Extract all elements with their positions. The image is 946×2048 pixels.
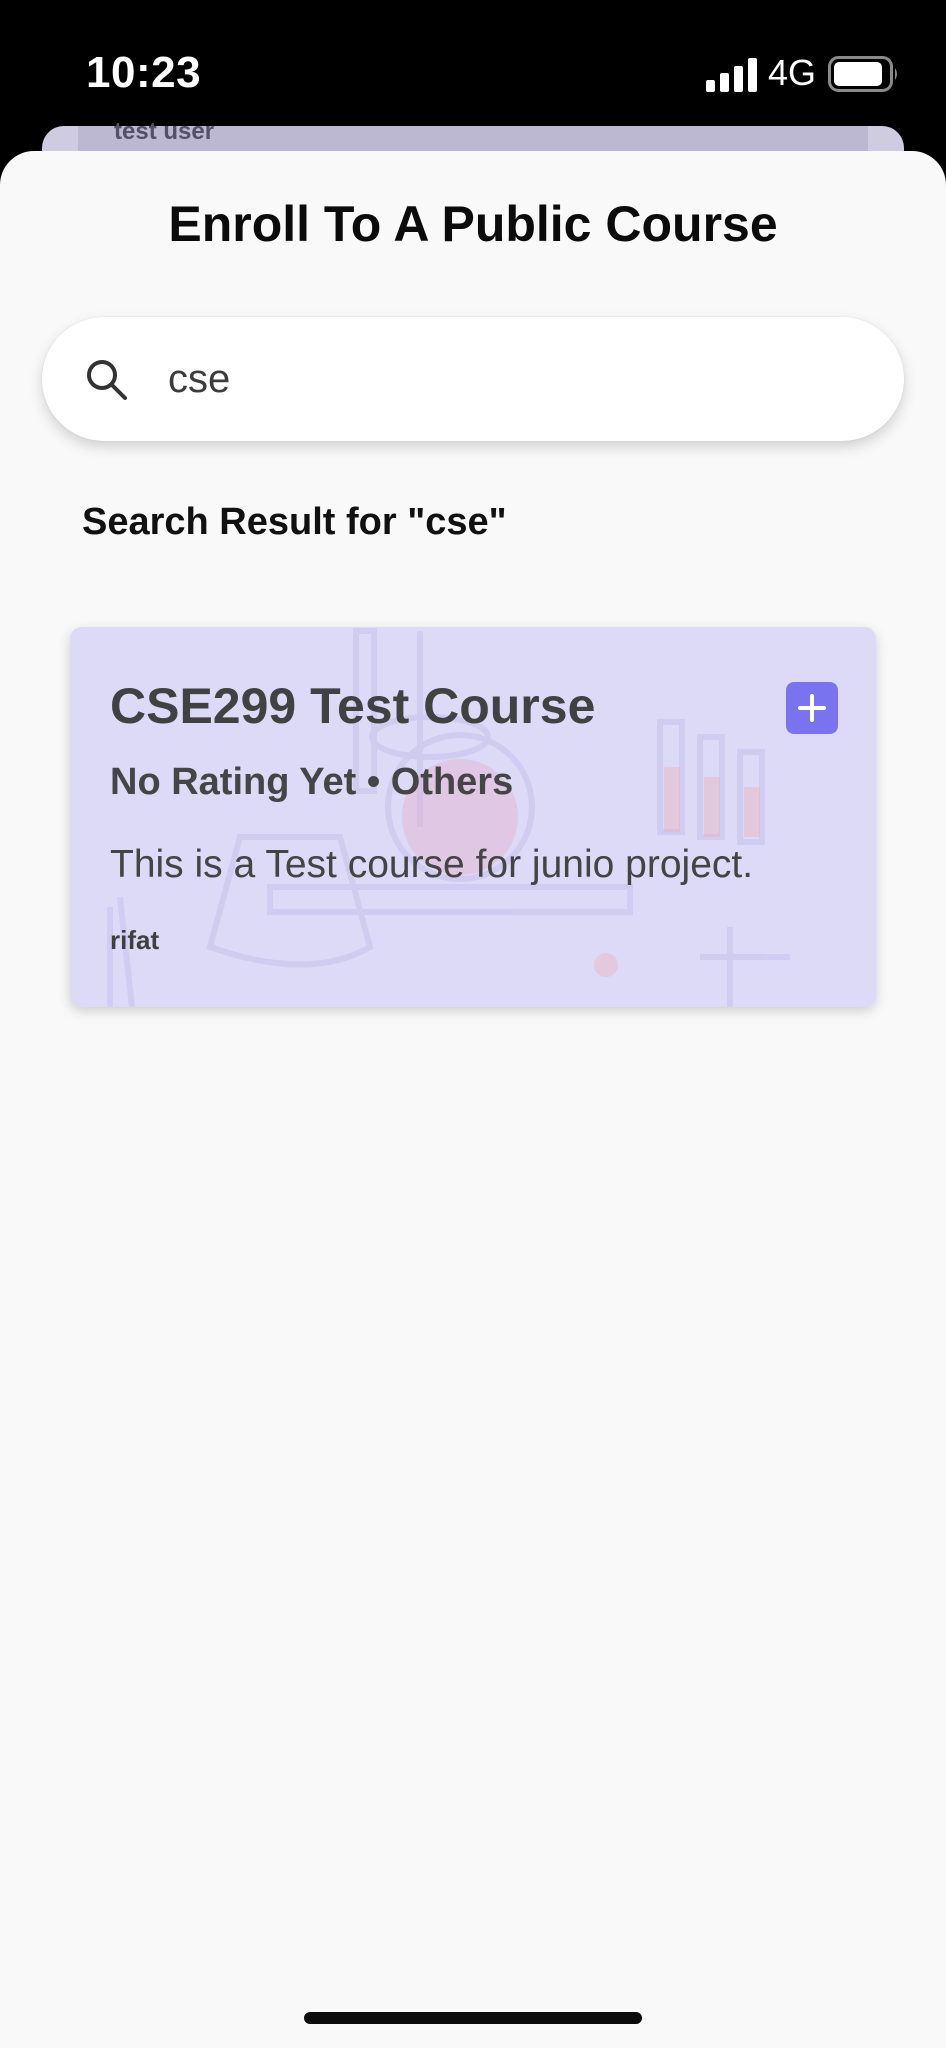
course-description: This is a Test course for junio project. — [110, 843, 754, 886]
course-author: rifat — [110, 925, 160, 955]
course-title: CSE299 Test Course — [110, 678, 596, 734]
enroll-add-button[interactable] — [786, 682, 838, 734]
plus-icon — [798, 694, 826, 722]
battery-icon — [828, 56, 897, 92]
status-time: 10:23 — [86, 48, 202, 97]
search-bar[interactable] — [42, 317, 904, 441]
signal-icon — [706, 58, 757, 92]
background-card-author: test user — [114, 118, 215, 145]
search-icon — [87, 360, 127, 400]
search-result-heading: Search Result for "cse" — [82, 501, 507, 543]
search-input[interactable] — [168, 347, 848, 411]
course-card[interactable]: CSE299 Test Course No Rating Yet • Other… — [70, 627, 876, 1007]
sheet-title: Enroll To A Public Course — [168, 196, 778, 252]
enroll-sheet: Enroll To A Public Course Search Result … — [0, 151, 946, 2048]
network-label: 4G — [768, 52, 817, 93]
course-meta: No Rating Yet • Others — [110, 761, 514, 803]
home-indicator[interactable] — [304, 2012, 642, 2024]
screen: 10:23 4G test user Enroll To A Public Co… — [0, 0, 946, 2048]
